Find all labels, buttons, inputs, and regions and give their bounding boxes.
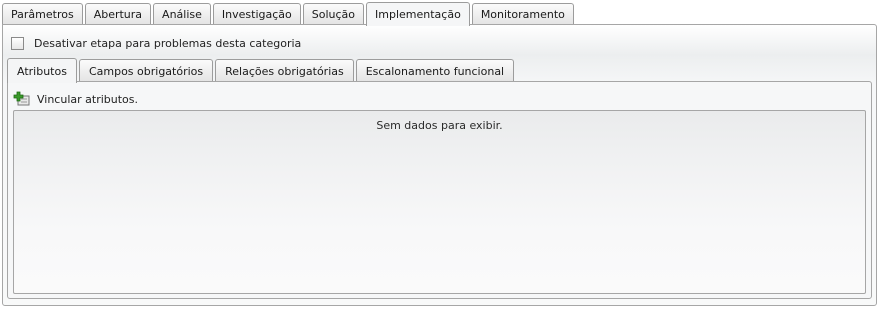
tab-monitoramento[interactable]: Monitoramento [471, 3, 574, 25]
add-link-icon [13, 91, 30, 106]
implementacao-panel: Desativar etapa para problemas desta cat… [2, 24, 877, 306]
tab-implementacao[interactable]: Implementação [366, 2, 470, 26]
tab-parametros[interactable]: Parâmetros [2, 3, 83, 25]
disable-stage-label[interactable]: Desativar etapa para problemas desta cat… [34, 37, 301, 50]
tab-solucao[interactable]: Solução [302, 3, 365, 25]
disable-stage-row: Desativar etapa para problemas desta cat… [11, 37, 301, 50]
tab-investigacao[interactable]: Investigação [212, 3, 301, 25]
tab-abertura[interactable]: Abertura [84, 3, 152, 25]
disable-stage-checkbox[interactable] [11, 37, 24, 50]
tab-analise[interactable]: Análise [153, 3, 211, 25]
top-tab-strip: Parâmetros Abertura Análise Investigação… [2, 2, 576, 26]
tab-atributos[interactable]: Atributos [7, 58, 77, 83]
tab-relacoes-obrigatorias[interactable]: Relações obrigatórias [215, 59, 354, 82]
atributos-panel: Vincular atributos. Sem dados para exibi… [7, 81, 872, 299]
screen: Parâmetros Abertura Análise Investigação… [0, 0, 879, 311]
tab-campos-obrigatorios[interactable]: Campos obrigatórios [78, 59, 214, 82]
attributes-grid[interactable]: Sem dados para exibir. [13, 110, 866, 294]
tab-escalonamento-funcional[interactable]: Escalonamento funcional [355, 59, 515, 82]
grid-empty-message: Sem dados para exibir. [376, 119, 503, 132]
link-attributes-button[interactable]: Vincular atributos. [13, 91, 138, 107]
inner-tab-strip: Atributos Campos obrigatórios Relações o… [7, 57, 516, 83]
link-attributes-label[interactable]: Vincular atributos. [37, 93, 138, 106]
